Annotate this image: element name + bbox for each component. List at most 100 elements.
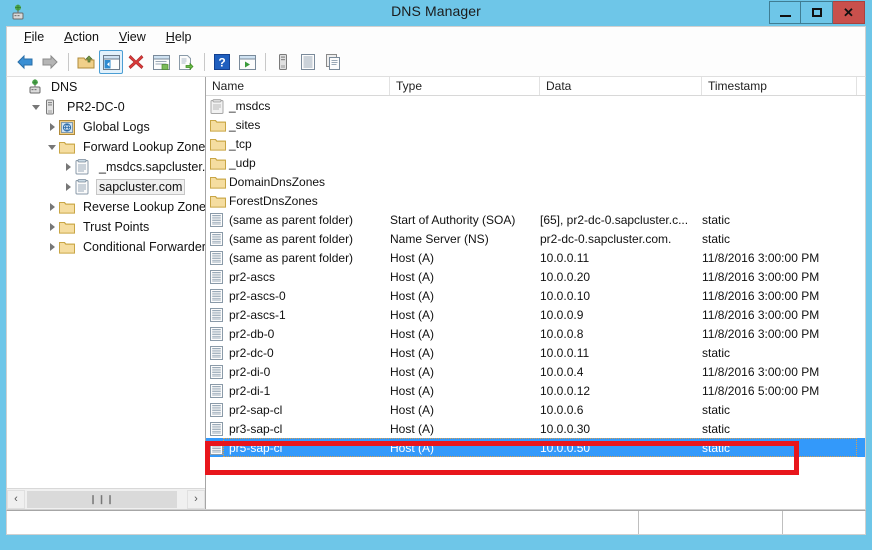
toolbar-separator-3 <box>265 53 266 71</box>
tree-scroll-area: DNS PR2-DC-0 Global Logs Forward Lookup Zon… <box>7 77 205 487</box>
record-name-cell: pr2-ascs-0 <box>210 286 390 305</box>
record-type-cell <box>390 172 540 191</box>
maximize-button[interactable] <box>801 1 833 24</box>
record-row[interactable]: pr2-di-1 Host (A) 10.0.0.12 11/8/2016 5:00:… <box>206 381 865 400</box>
record-row[interactable]: (same as parent folder) Start of Authorit… <box>206 210 865 229</box>
server-button[interactable] <box>271 50 295 74</box>
tree-item-pr2-dc-0[interactable]: PR2-DC-0 <box>7 97 205 117</box>
record-type-cell <box>390 191 540 210</box>
help-button[interactable]: ? <box>210 50 234 74</box>
record-name-text: pr2-dc-0 <box>229 345 274 360</box>
record-icon <box>210 269 224 284</box>
chevron-right-icon[interactable] <box>61 180 75 194</box>
folder-icon <box>59 200 77 214</box>
chevron-right-icon[interactable] <box>45 200 59 214</box>
scroll-thumb[interactable]: ❙❙❙ <box>27 490 177 508</box>
close-button[interactable]: ✕ <box>833 1 865 24</box>
tree-item-global-logs[interactable]: Global Logs <box>7 117 205 137</box>
chevron-right-icon[interactable] <box>45 120 59 134</box>
record-name-text: DomainDnsZones <box>229 174 326 189</box>
tree-horizontal-scrollbar[interactable]: ‹ ❙❙❙ › <box>7 488 205 509</box>
chevron-right-icon[interactable] <box>61 160 75 174</box>
tree-item-label: Forward Lookup Zones <box>83 140 205 154</box>
record-row[interactable]: (same as parent folder) Name Server (NS) p… <box>206 229 865 248</box>
column-header-name[interactable]: Name <box>206 77 390 95</box>
records-list-pane: Name Type Data Timestamp _msdcs _sites _tcp _u… <box>206 77 865 509</box>
column-header-type[interactable]: Type <box>390 77 540 95</box>
refresh-view-button[interactable] <box>235 50 259 74</box>
record-row[interactable]: pr5-sap-cl Host (A) 10.0.0.50 static <box>206 438 865 457</box>
minimize-button[interactable] <box>769 1 801 24</box>
record-name-cell: pr2-di-0 <box>210 362 390 381</box>
record-data-cell: 10.0.0.50 <box>540 440 591 455</box>
record-data-cell <box>540 191 702 210</box>
tree-item-label: DNS <box>51 80 78 94</box>
record-row[interactable]: pr2-sap-cl Host (A) 10.0.0.6 static <box>206 400 865 419</box>
menu-file[interactable]: File <box>15 28 55 47</box>
chevron-right-icon[interactable] <box>45 240 59 254</box>
record-timestamp-cell: 11/8/2016 3:00:00 PM <box>702 288 820 303</box>
menu-action[interactable]: Action <box>55 28 110 47</box>
tree-item-conditional-forwarders[interactable]: Conditional Forwarders <box>7 237 205 257</box>
window-controls: ✕ <box>769 1 865 24</box>
chevron-down-icon[interactable] <box>45 140 59 154</box>
scroll-track[interactable]: ❙❙❙ <box>25 489 187 509</box>
record-timestamp-cell: 11/8/2016 3:00:00 PM <box>702 326 820 341</box>
record-row[interactable]: _msdcs <box>206 96 865 115</box>
record-timestamp-cell <box>702 191 857 210</box>
list-button[interactable] <box>296 50 320 74</box>
record-name-text: _tcp <box>229 136 252 151</box>
column-header-timestamp[interactable]: Timestamp <box>702 77 857 95</box>
folder-icon <box>210 137 226 151</box>
record-icon <box>210 250 224 265</box>
record-name-text: pr3-sap-cl <box>229 421 283 436</box>
show-hide-tree-button[interactable] <box>99 50 123 74</box>
forward-button[interactable] <box>38 50 62 74</box>
record-row[interactable]: pr2-ascs-1 Host (A) 10.0.0.9 11/8/2016 3:00… <box>206 305 865 324</box>
column-header-data[interactable]: Data <box>540 77 702 95</box>
record-row[interactable]: pr2-dc-0 Host (A) 10.0.0.11 static <box>206 343 865 362</box>
record-icon <box>210 307 224 322</box>
global-logs-icon <box>59 119 77 135</box>
record-row[interactable]: pr3-sap-cl Host (A) 10.0.0.30 static <box>206 419 865 438</box>
record-name-text: pr2-db-0 <box>229 326 275 341</box>
back-button[interactable] <box>13 50 37 74</box>
record-row[interactable]: DomainDnsZones <box>206 172 865 191</box>
record-name-cell: DomainDnsZones <box>210 172 390 191</box>
record-type-cell: Host (A) <box>390 326 435 341</box>
export-list-button[interactable] <box>174 50 198 74</box>
record-row[interactable]: (same as parent folder) Host (A) 10.0.0.11… <box>206 248 865 267</box>
record-name-text: (same as parent folder) <box>229 231 354 246</box>
properties-button[interactable] <box>149 50 173 74</box>
tree-item-label: sapcluster.com <box>96 179 186 195</box>
record-data-cell: 10.0.0.11 <box>540 250 590 265</box>
tree-item-trust-points[interactable]: Trust Points <box>7 217 205 237</box>
scroll-left-button[interactable]: ‹ <box>7 489 25 509</box>
record-row[interactable]: ForestDnsZones <box>206 191 865 210</box>
chevron-down-icon[interactable] <box>29 100 43 114</box>
record-row[interactable]: pr2-ascs-0 Host (A) 10.0.0.10 11/8/2016 3:0… <box>206 286 865 305</box>
record-row[interactable]: _sites <box>206 115 865 134</box>
scroll-right-button[interactable]: › <box>187 489 205 509</box>
record-row[interactable]: _udp <box>206 153 865 172</box>
tree-item-msdcs-sapcluster-co[interactable]: _msdcs.sapcluster.co <box>7 157 205 177</box>
record-data-cell <box>540 153 702 172</box>
copy-button[interactable] <box>321 50 345 74</box>
chevron-right-icon[interactable] <box>45 220 59 234</box>
tree-item-dns[interactable]: DNS <box>7 77 205 97</box>
record-timestamp-cell <box>702 115 857 134</box>
up-folder-button[interactable] <box>74 50 98 74</box>
record-row[interactable]: pr2-di-0 Host (A) 10.0.0.4 11/8/2016 3:00:0… <box>206 362 865 381</box>
record-row[interactable]: pr2-db-0 Host (A) 10.0.0.8 11/8/2016 3:00:0… <box>206 324 865 343</box>
menu-help[interactable]: Help <box>157 28 203 47</box>
tree-item-forward-lookup-zones[interactable]: Forward Lookup Zones <box>7 137 205 157</box>
column-header-row: Name Type Data Timestamp <box>206 77 865 96</box>
content-area: DNS PR2-DC-0 Global Logs Forward Lookup Zon… <box>6 76 866 510</box>
tree-item-sapcluster-com[interactable]: sapcluster.com <box>7 177 205 197</box>
tree-item-reverse-lookup-zones[interactable]: Reverse Lookup Zones <box>7 197 205 217</box>
record-row[interactable]: pr2-ascs Host (A) 10.0.0.20 11/8/2016 3:00:… <box>206 267 865 286</box>
record-row[interactable]: _tcp <box>206 134 865 153</box>
menu-view[interactable]: View <box>110 28 157 47</box>
record-name-cell: (same as parent folder) <box>210 210 390 229</box>
delete-button[interactable] <box>124 50 148 74</box>
